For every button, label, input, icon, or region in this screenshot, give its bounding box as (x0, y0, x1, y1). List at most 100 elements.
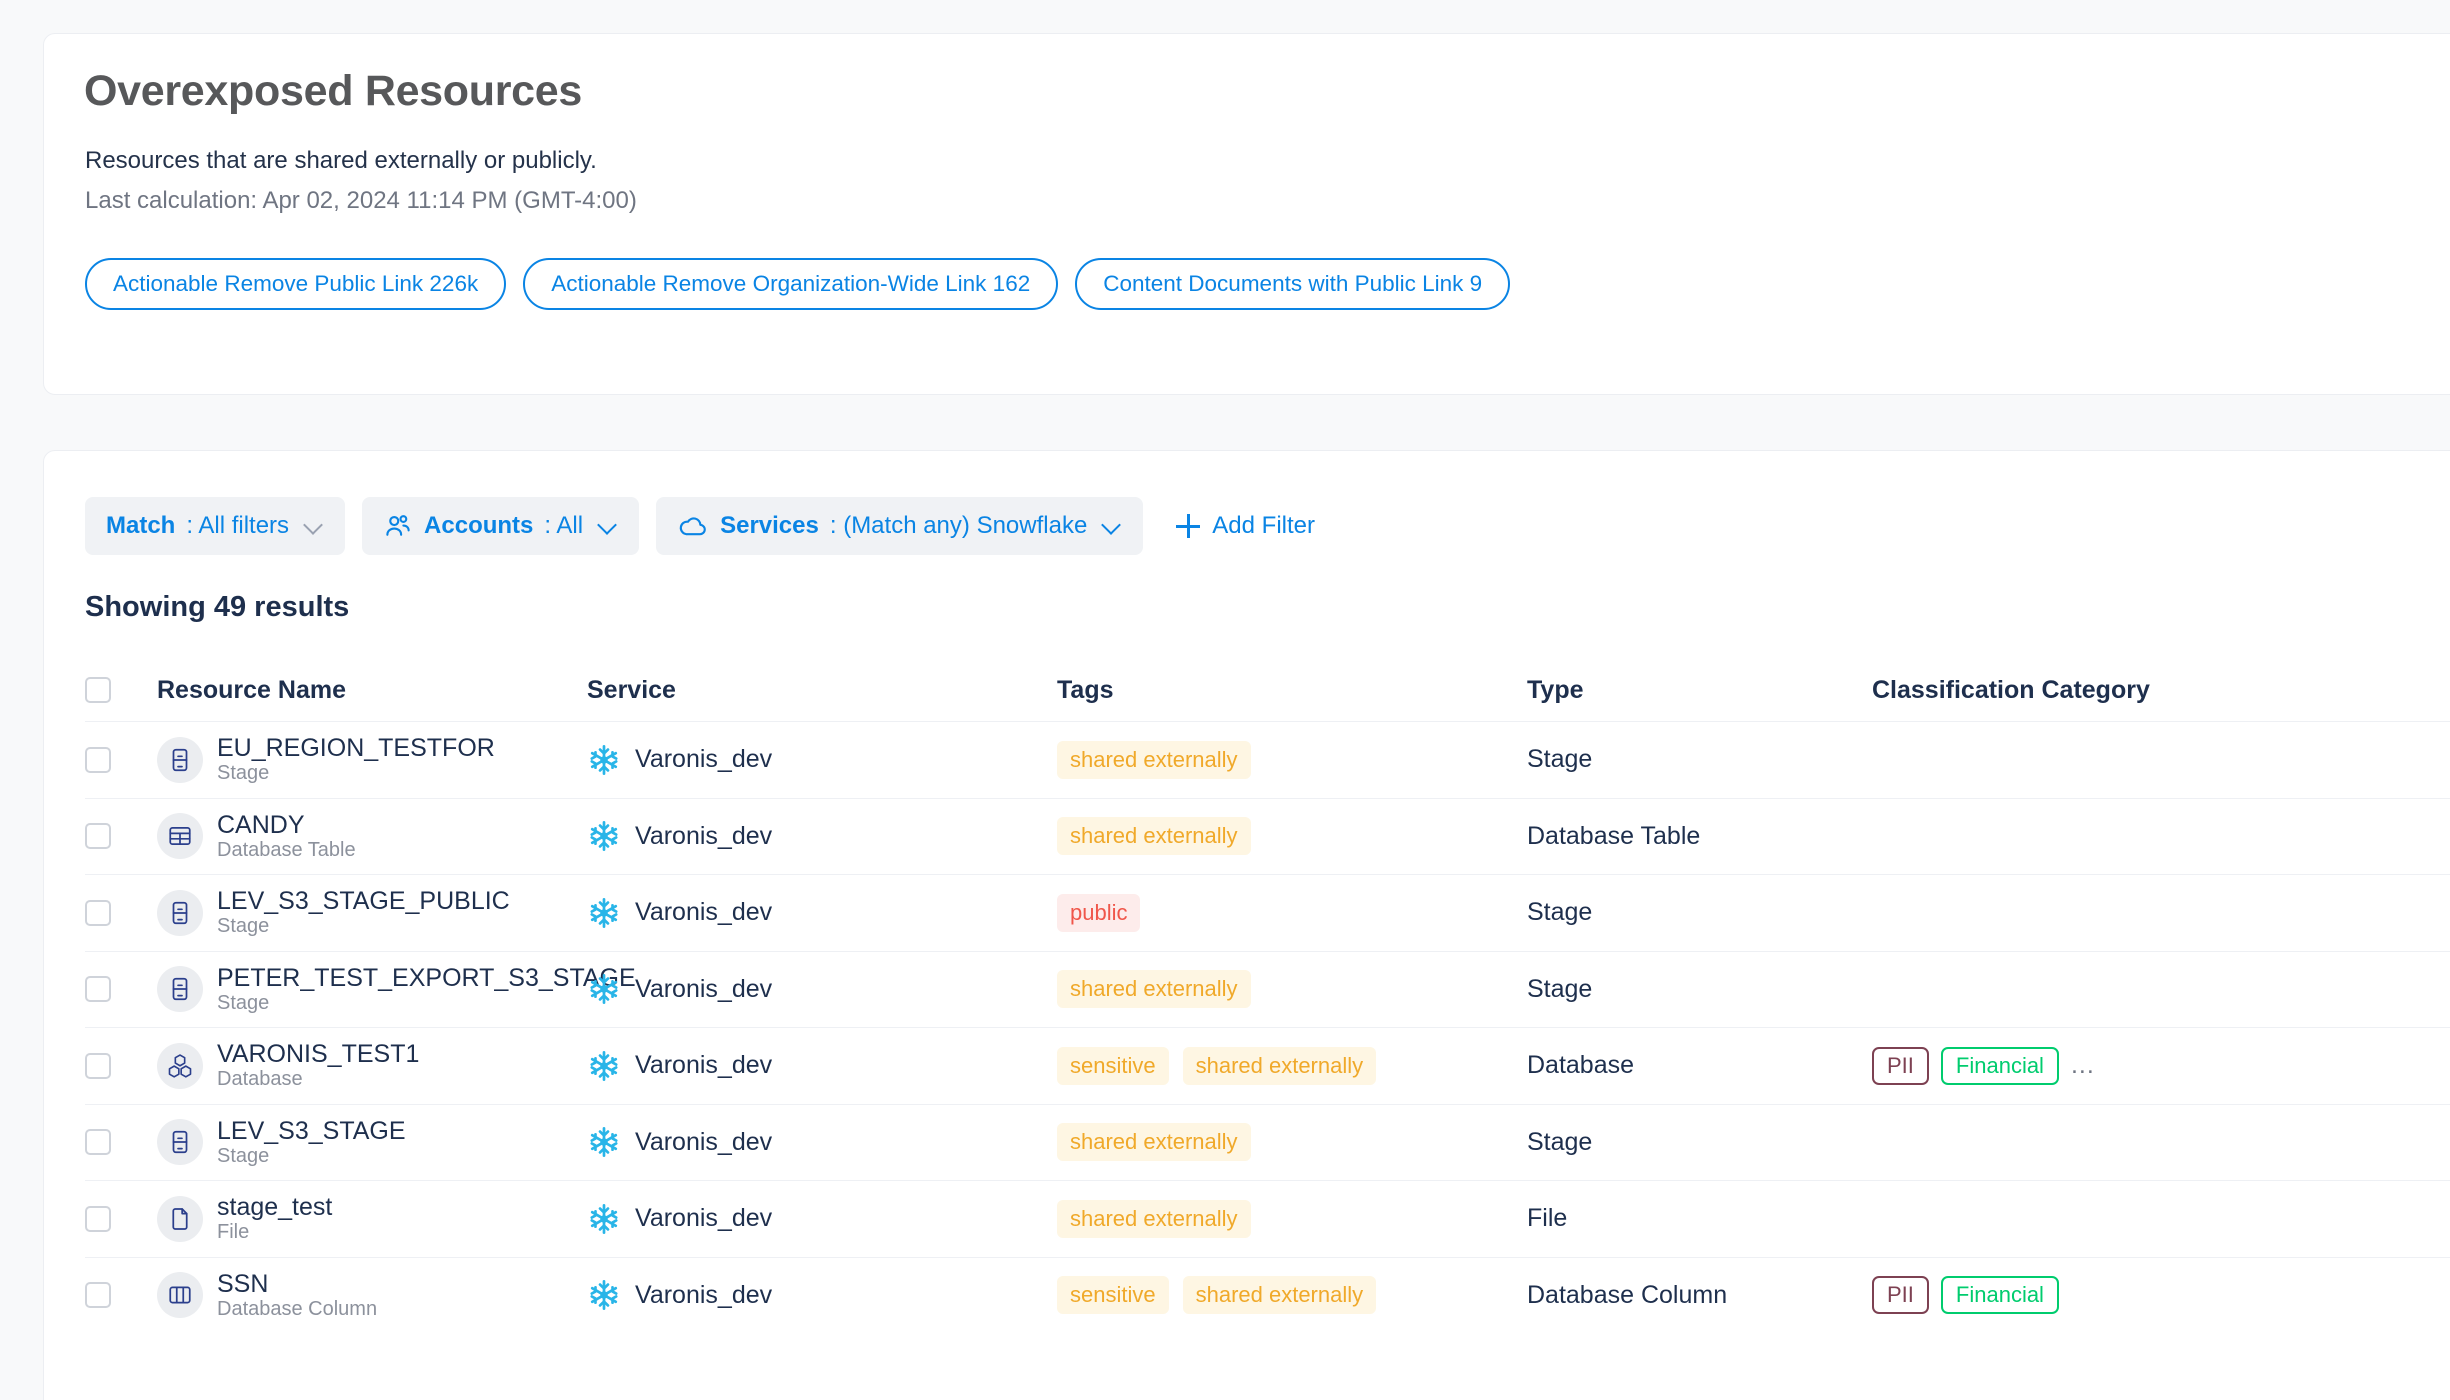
resource-name: VARONIS_TEST1 (217, 1040, 420, 1069)
classification-badge: Financial (1940, 1046, 2059, 1085)
resource-name-block: LEV_S3_STAGE_PUBLIC Stage (217, 888, 510, 937)
table-row[interactable]: LEV_S3_STAGE Stage Varonis_dev shared exter… (85, 1103, 2450, 1181)
select-all-cell (85, 677, 157, 703)
tags-cell: shared externally (1057, 1123, 1527, 1162)
stage-icon (157, 889, 203, 936)
row-select-cell (85, 746, 157, 773)
filter-pill-accounts[interactable]: Accounts : All (362, 497, 640, 555)
file-icon (157, 1195, 203, 1242)
service-cell: Varonis_dev (587, 1125, 1057, 1159)
row-checkbox[interactable] (85, 746, 111, 773)
resource-name-block: SSN Database Column (217, 1270, 378, 1320)
row-checkbox[interactable] (85, 899, 111, 926)
snowflake-icon (587, 1049, 621, 1083)
type-cell: Database (1527, 1051, 1635, 1080)
snowflake-icon (587, 743, 621, 777)
insight-chip[interactable]: Actionable Remove Public Link 226k (85, 258, 507, 310)
row-select-cell (85, 823, 157, 850)
stage-icon (157, 966, 203, 1013)
row-checkbox[interactable] (85, 1205, 111, 1232)
classification-category-cell: PII Financial (1872, 1276, 2450, 1315)
page-subtitle: Resources that are shared externally or … (85, 147, 597, 174)
type-cell: File (1527, 1204, 1568, 1233)
filter-value-services: : (Match any) Snowflake (829, 512, 1088, 539)
column-icon (157, 1272, 203, 1319)
resource-subtype: Stage (217, 762, 270, 785)
row-checkbox[interactable] (85, 1052, 111, 1079)
table-row[interactable]: VARONIS_TEST1 Database Varonis_dev sensitiv… (85, 1027, 2450, 1104)
insight-chip[interactable]: Actionable Remove Organization-Wide Link… (523, 258, 1059, 310)
resource-name: LEV_S3_STAGE_PUBLIC (217, 887, 510, 916)
resource-name: PETER_TEST_EXPORT_S3_STAGE (217, 963, 636, 992)
row-checkbox[interactable] (85, 1282, 111, 1309)
classification-overflow-ellipsis[interactable]: ... (2071, 1053, 2095, 1078)
table-row[interactable]: SSN Database Column Varonis_dev sensitive sh… (85, 1256, 2450, 1334)
column-header-resource-name[interactable]: Resource Name (157, 676, 587, 705)
filter-pill-match[interactable]: Match : All filters (85, 497, 346, 555)
type-cell: Database Column (1527, 1280, 1728, 1309)
tag-badge: shared externally (1057, 1123, 1251, 1162)
type-cell: Database Table (1527, 821, 1701, 850)
table-row[interactable]: stage_test File Varonis_dev shared external… (85, 1180, 2450, 1257)
tag-badge: shared externally (1182, 1046, 1377, 1085)
select-all-checkbox[interactable] (85, 677, 111, 703)
table-row[interactable]: EU_REGION_TESTFOR Stage Varonis_dev shared … (85, 721, 2450, 798)
filter-label-match: Match (106, 512, 176, 539)
tag-badge: sensitive (1057, 1276, 1169, 1315)
resource-subtype: Stage (217, 991, 270, 1014)
service-name: Varonis_dev (635, 1204, 773, 1233)
column-header-service[interactable]: Service (587, 676, 1057, 705)
service-cell: Varonis_dev (587, 896, 1057, 930)
table-icon (157, 813, 203, 860)
filter-value-match: : All filters (186, 512, 290, 539)
resource-name-block: VARONIS_TEST1 Database (217, 1041, 419, 1090)
tag-badge: shared externally (1182, 1276, 1377, 1315)
table-row[interactable]: CANDY Database Table Varonis_dev shared ext… (85, 797, 2450, 875)
snowflake-icon (587, 1278, 621, 1312)
resource-name: LEV_S3_STAGE (217, 1116, 406, 1145)
row-checkbox[interactable] (85, 1129, 111, 1156)
chevron-down-icon (304, 516, 324, 536)
add-filter-button[interactable]: Add Filter (1176, 512, 1315, 540)
type-cell: Stage (1527, 974, 1593, 1003)
resource-name-cell[interactable]: VARONIS_TEST1 Database (157, 1041, 587, 1090)
cloud-icon (677, 511, 709, 541)
resource-subtype: Database (217, 1068, 303, 1091)
resource-subtype: Database Column (217, 1297, 378, 1320)
resource-name-cell[interactable]: stage_test File (157, 1194, 587, 1243)
service-name: Varonis_dev (635, 821, 773, 850)
filter-bar: Match : All filters Accounts : All Servi… (85, 497, 1315, 555)
classification-badge: PII (1872, 1276, 1929, 1315)
column-header-classification-category[interactable]: Classification Category (1872, 676, 2450, 705)
tags-cell: shared externally (1057, 817, 1527, 856)
service-cell: Varonis_dev (587, 1049, 1057, 1083)
chevron-down-icon (598, 516, 618, 536)
resource-name-block: PETER_TEST_EXPORT_S3_STAGE Stage (217, 963, 636, 1014)
filter-label-accounts: Accounts (424, 512, 534, 539)
service-name: Varonis_dev (635, 1280, 773, 1309)
tag-badge: shared externally (1057, 970, 1251, 1009)
filter-label-services: Services (720, 512, 819, 539)
tags-cell: shared externally (1057, 1199, 1527, 1238)
row-checkbox[interactable] (85, 976, 111, 1003)
table-row[interactable]: LEV_S3_STAGE_PUBLIC Stage Varonis_dev publi… (85, 874, 2450, 951)
service-name: Varonis_dev (635, 1051, 773, 1080)
column-header-type[interactable]: Type (1527, 676, 1872, 705)
page-title: Overexposed Resources (84, 67, 583, 115)
row-select-cell (85, 1282, 157, 1309)
resource-name-cell[interactable]: LEV_S3_STAGE Stage (157, 1116, 587, 1167)
column-header-tags[interactable]: Tags (1057, 676, 1527, 705)
resource-name-cell[interactable]: EU_REGION_TESTFOR Stage (157, 735, 587, 784)
filter-pill-services[interactable]: Services : (Match any) Snowflake (656, 497, 1144, 555)
resource-name-cell[interactable]: PETER_TEST_EXPORT_S3_STAGE Stage (157, 964, 636, 1014)
row-checkbox[interactable] (85, 823, 111, 850)
resource-name-cell[interactable]: CANDY Database Table (157, 811, 587, 861)
insight-chip[interactable]: Content Documents with Public Link 9 (1075, 258, 1511, 310)
resource-name-cell[interactable]: SSN Database Column (157, 1270, 587, 1320)
add-filter-label: Add Filter (1212, 512, 1315, 539)
resource-subtype: Stage (217, 915, 270, 938)
service-name: Varonis_dev (635, 1127, 773, 1156)
resource-name-cell[interactable]: LEV_S3_STAGE_PUBLIC Stage (157, 888, 587, 937)
classification-badge: Financial (1940, 1276, 2059, 1315)
table-row[interactable]: PETER_TEST_EXPORT_S3_STAGE Stage Varonis_d… (85, 950, 2450, 1028)
